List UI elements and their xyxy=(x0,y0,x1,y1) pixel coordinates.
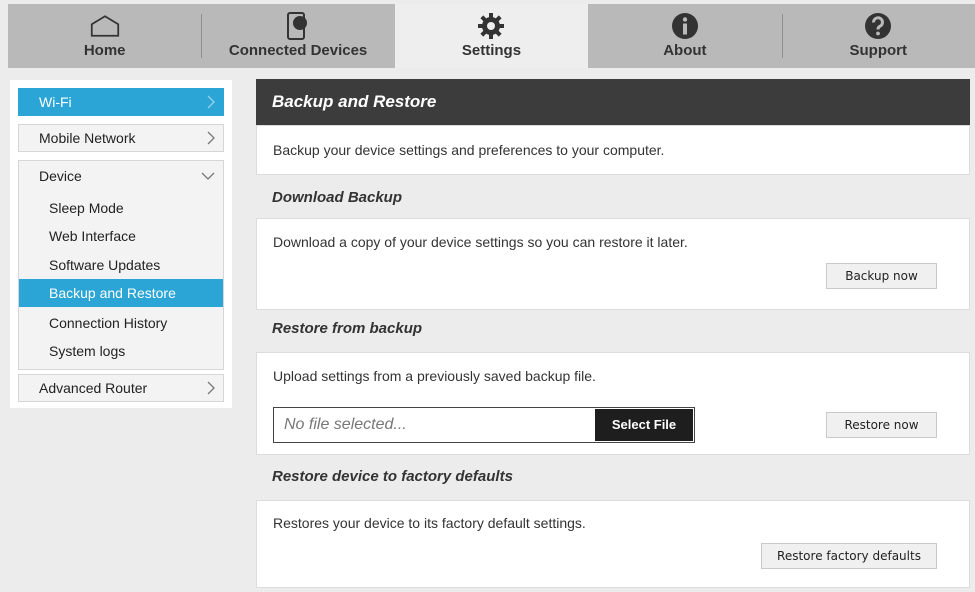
sidebar-item-wifi[interactable]: Wi-Fi xyxy=(18,88,224,116)
download-backup-panel: Download a copy of your device settings … xyxy=(256,218,970,310)
restore-now-button[interactable]: Restore now xyxy=(826,412,937,438)
device-icon xyxy=(283,11,313,41)
factory-defaults-text: Restores your device to its factory defa… xyxy=(273,515,586,531)
file-picker[interactable]: No file selected... Select File xyxy=(273,407,695,443)
sidebar-subitem-sleep-mode[interactable]: Sleep Mode xyxy=(19,194,223,222)
factory-defaults-panel: Restores your device to its factory defa… xyxy=(256,500,970,588)
tab-about-label: About xyxy=(663,42,707,59)
file-name-field: No file selected... xyxy=(284,416,407,433)
sidebar-subitem-connection-history[interactable]: Connection History xyxy=(19,309,223,337)
gear-icon xyxy=(476,11,506,41)
top-navigation: Home Connected Devices Settings About Su… xyxy=(8,4,975,68)
chevron-down-icon xyxy=(201,161,215,191)
intro-text: Backup your device settings and preferen… xyxy=(273,142,665,158)
info-icon xyxy=(670,11,700,41)
tab-about[interactable]: About xyxy=(588,4,781,68)
sidebar-subitem-backup-restore[interactable]: Backup and Restore xyxy=(19,279,223,307)
chevron-right-icon xyxy=(207,89,215,115)
chevron-right-icon xyxy=(207,375,215,401)
sidebar-item-label: Wi-Fi xyxy=(39,94,72,110)
sidebar-item-advanced-router[interactable]: Advanced Router xyxy=(18,374,224,402)
tab-connected-devices-label: Connected Devices xyxy=(228,42,368,59)
home-icon xyxy=(90,11,120,41)
sidebar-item-label: Device xyxy=(39,168,82,184)
sidebar-item-label: Mobile Network xyxy=(39,130,136,146)
sidebar-item-label: Advanced Router xyxy=(39,380,148,396)
page-title: Backup and Restore xyxy=(256,79,970,125)
sidebar-item-device[interactable]: Device xyxy=(19,161,223,191)
sidebar-group-device: Device Sleep Mode Web Interface Software… xyxy=(18,160,224,370)
restore-factory-defaults-button[interactable]: Restore factory defaults xyxy=(761,543,937,569)
tab-settings[interactable]: Settings xyxy=(394,4,589,68)
intro-panel: Backup your device settings and preferen… xyxy=(256,125,970,175)
tab-support-label: Support xyxy=(849,42,908,59)
tab-home[interactable]: Home xyxy=(8,4,201,68)
tab-support[interactable]: Support xyxy=(781,4,975,68)
sidebar-subitem-web-interface[interactable]: Web Interface xyxy=(19,222,223,250)
download-backup-text: Download a copy of your device settings … xyxy=(273,234,688,250)
help-icon xyxy=(863,11,893,41)
sidebar-subitem-software-updates[interactable]: Software Updates xyxy=(19,251,223,279)
download-backup-title: Download Backup xyxy=(272,189,403,206)
backup-now-button[interactable]: Backup now xyxy=(826,263,937,289)
tab-connected-devices[interactable]: Connected Devices xyxy=(201,4,394,68)
restore-backup-panel: Upload settings from a previously saved … xyxy=(256,352,970,455)
restore-backup-text: Upload settings from a previously saved … xyxy=(273,368,596,384)
sidebar-item-mobile-network[interactable]: Mobile Network xyxy=(18,124,224,152)
tab-settings-label: Settings xyxy=(461,42,522,59)
tab-home-label: Home xyxy=(83,42,126,59)
chevron-right-icon xyxy=(207,125,215,151)
sidebar: Wi-Fi Mobile Network Device Sleep Mode W… xyxy=(10,80,232,408)
factory-defaults-title: Restore device to factory defaults xyxy=(272,468,513,485)
sidebar-subitem-system-logs[interactable]: System logs xyxy=(19,337,223,365)
select-file-button[interactable]: Select File xyxy=(595,409,693,441)
restore-backup-title: Restore from backup xyxy=(272,320,423,337)
